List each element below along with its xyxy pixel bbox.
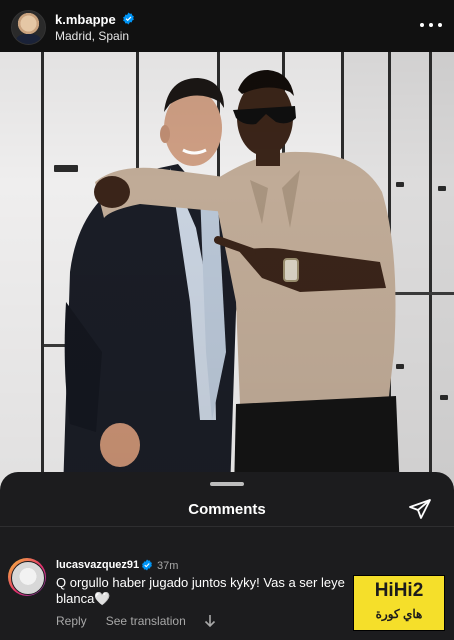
verified-badge-icon bbox=[142, 559, 152, 571]
post-location[interactable]: Madrid, Spain bbox=[55, 29, 129, 43]
comment-timestamp: 37m bbox=[157, 560, 179, 572]
profile-avatar[interactable] bbox=[11, 10, 46, 45]
comment-avatar[interactable] bbox=[8, 558, 46, 596]
see-translation-button[interactable]: See translation bbox=[106, 614, 186, 628]
verified-badge-icon bbox=[123, 12, 134, 25]
comments-title: Comments bbox=[188, 501, 266, 518]
comment-avatar-image bbox=[11, 561, 45, 595]
sheet-drag-handle[interactable] bbox=[210, 482, 244, 486]
watermark-logo: HiHi2 هاي كورة bbox=[353, 575, 445, 631]
watermark-subtitle: هاي كورة bbox=[375, 607, 423, 621]
photo-shade bbox=[0, 52, 454, 492]
chevron-down-icon[interactable] bbox=[204, 614, 216, 628]
sheet-divider bbox=[0, 526, 454, 527]
post-username[interactable]: k.mbappe bbox=[55, 12, 116, 27]
post-header: k.mbappe Madrid, Spain bbox=[0, 0, 454, 52]
comment-text: Q orgullo haber jugado juntos kyky! Vas … bbox=[56, 575, 345, 606]
send-icon[interactable] bbox=[408, 497, 432, 521]
watermark-title: HiHi2 bbox=[374, 580, 424, 601]
comment-username[interactable]: lucasvazquez91 bbox=[56, 559, 139, 571]
reply-button[interactable]: Reply bbox=[56, 614, 87, 628]
more-options-icon[interactable] bbox=[420, 14, 442, 36]
post-photo[interactable] bbox=[0, 52, 454, 492]
comment-actions: Reply See translation bbox=[56, 614, 216, 628]
